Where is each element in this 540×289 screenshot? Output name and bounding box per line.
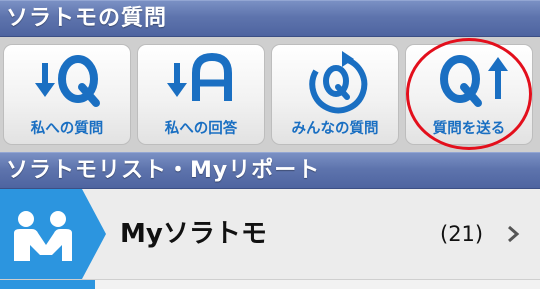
tile-label: 私への回答 (164, 121, 238, 137)
tile-label: みんなの質問 (291, 121, 379, 137)
list-item-my-soratomo[interactable]: Myソラトモ (21) (0, 189, 540, 280)
tile-everyones-questions[interactable]: みんなの質問 (271, 44, 399, 145)
list-item-count: (21) (440, 222, 484, 246)
tile-answers-to-me[interactable]: 私への回答 (137, 44, 265, 145)
section-title: ソラトモリスト・Myリポート (6, 158, 321, 183)
chevron-right-icon (508, 225, 520, 243)
q-arrow-up-icon (440, 55, 508, 107)
refresh-q-icon (309, 51, 368, 114)
list-item-title: Myソラトモ (120, 219, 267, 249)
tile-label: 私への質問 (30, 121, 104, 137)
tile-questions-to-me[interactable]: 私への質問 (3, 44, 131, 145)
section-title: ソラトモの質問 (6, 6, 168, 31)
arrow-down-a-icon (167, 52, 232, 101)
section-header-questions: ソラトモの質問 (0, 0, 540, 37)
arrow-down-q-icon (35, 55, 100, 107)
tile-label: 質問を送る (432, 121, 506, 137)
handshake-icon (0, 189, 106, 279)
tile-send-question[interactable]: 質問を送る (405, 44, 533, 145)
list-item-next-icon (0, 280, 95, 289)
question-tiles: 私への質問 私への回答 みんなの質問 質問を送る (0, 37, 540, 152)
section-header-list: ソラトモリスト・Myリポート (0, 152, 540, 189)
